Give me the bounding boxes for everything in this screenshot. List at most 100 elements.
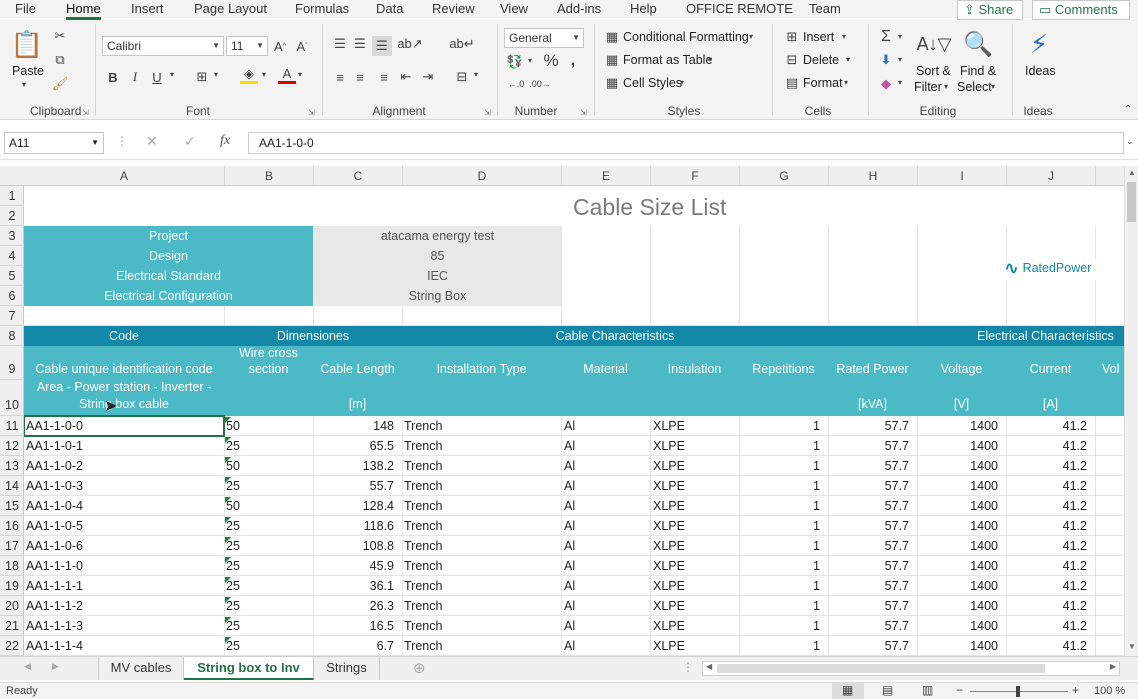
cell-material[interactable]: Al xyxy=(561,496,650,516)
cell-installation-type[interactable]: Trench xyxy=(402,416,561,436)
cell-insulation[interactable]: XLPE xyxy=(650,576,739,596)
row-header[interactable]: 10 xyxy=(0,380,24,416)
row-header[interactable]: 11 xyxy=(0,416,24,436)
find-dropdown-icon[interactable]: ▾ xyxy=(991,82,995,91)
column-header-e[interactable]: E xyxy=(562,166,651,186)
row-header[interactable]: 18 xyxy=(0,556,24,576)
cell-cable-length[interactable]: 36.1 xyxy=(313,576,402,596)
formula-input[interactable]: AA1-1-0-0 xyxy=(248,132,1124,154)
cell-material[interactable]: Al xyxy=(561,476,650,496)
column-header-d[interactable]: D xyxy=(403,166,562,186)
info-label-configuration[interactable]: Electrical Configuration xyxy=(24,286,313,306)
cell-installation-type[interactable]: Trench xyxy=(402,556,561,576)
format-painter-icon[interactable]: 🖌 xyxy=(52,76,69,92)
menu-data[interactable]: Data xyxy=(376,0,403,18)
cell-wire-section[interactable]: 25 xyxy=(224,516,313,536)
zoom-level[interactable]: 100 % xyxy=(1094,685,1125,697)
cell-material[interactable]: Al xyxy=(561,516,650,536)
find-label-2[interactable]: Select xyxy=(957,80,992,94)
zoom-slider-thumb[interactable] xyxy=(1016,686,1020,697)
conditional-formatting-button[interactable]: Conditional Formatting xyxy=(623,30,749,44)
row-header[interactable]: 2 xyxy=(0,206,24,226)
error-indicator-icon[interactable] xyxy=(225,437,231,443)
error-indicator-icon[interactable] xyxy=(225,597,231,603)
cell-wire-section[interactable]: 25 xyxy=(224,616,313,636)
cell-code[interactable]: AA1-1-1-1 xyxy=(24,576,224,596)
header-voltage[interactable]: Voltage xyxy=(917,362,1006,376)
cell-repetitions[interactable]: 1 xyxy=(739,436,828,456)
header-insulation[interactable]: Insulation xyxy=(650,362,739,376)
cell-code[interactable]: AA1-1-0-6 xyxy=(24,536,224,556)
cell-wire-section[interactable]: 25 xyxy=(224,436,313,456)
copy-icon[interactable]: ⧉ xyxy=(52,52,68,68)
row-header[interactable]: 4 xyxy=(0,246,24,266)
cell-rated-power[interactable]: 57.7 xyxy=(828,556,917,576)
cell-material[interactable]: Al xyxy=(561,456,650,476)
align-left-icon[interactable]: ≡ xyxy=(332,69,348,85)
column-header-i[interactable]: I xyxy=(918,166,1007,186)
error-indicator-icon[interactable] xyxy=(225,477,231,483)
delete-cells-icon[interactable]: ⊟ xyxy=(784,52,800,67)
orientation-icon[interactable]: ab↗ xyxy=(397,36,422,52)
alignment-launcher-icon[interactable]: ⇲ xyxy=(484,108,491,117)
number-launcher-icon[interactable]: ⇲ xyxy=(580,108,587,117)
unit-voltage[interactable]: [V] xyxy=(917,397,1006,411)
row-header[interactable]: 3 xyxy=(0,226,24,246)
cell-wire-section[interactable]: 25 xyxy=(224,476,313,496)
cell-code[interactable]: AA1-1-0-0 xyxy=(24,415,225,437)
cell-insulation[interactable]: XLPE xyxy=(650,536,739,556)
cell-repetitions[interactable]: 1 xyxy=(739,476,828,496)
cell-cable-length[interactable]: 45.9 xyxy=(313,556,402,576)
align-bottom-icon[interactable]: ☰ xyxy=(372,36,392,56)
cell-installation-type[interactable]: Trench xyxy=(402,536,561,556)
cell-wire-section[interactable]: 50 xyxy=(224,416,313,436)
cell-repetitions[interactable]: 1 xyxy=(739,576,828,596)
tab-mv-cables[interactable]: MV cables xyxy=(98,657,184,680)
cell-installation-type[interactable]: Trench xyxy=(402,476,561,496)
cell-cable-length[interactable]: 118.6 xyxy=(313,516,402,536)
increase-indent-icon[interactable]: ⇥ xyxy=(420,69,436,85)
column-header-h[interactable]: H xyxy=(829,166,918,186)
info-value-project[interactable]: atacama energy test xyxy=(313,226,562,246)
cell-installation-type[interactable]: Trench xyxy=(402,616,561,636)
info-value-configuration[interactable]: String Box xyxy=(313,286,562,306)
cell-voltage[interactable]: 1400 xyxy=(917,416,1006,436)
cell-code[interactable]: AA1-1-0-2 xyxy=(24,456,224,476)
cell-wire-section[interactable]: 25 xyxy=(224,556,313,576)
cell-wire-section[interactable]: 25 xyxy=(224,636,313,656)
cell-current[interactable]: 41.2 xyxy=(1006,576,1095,596)
sort-filter-icon[interactable]: A↓▽ xyxy=(917,28,952,60)
cell-repetitions[interactable]: 1 xyxy=(739,596,828,616)
header-cable-length[interactable]: Cable Length xyxy=(313,362,402,376)
paste-button[interactable]: Paste xyxy=(12,64,44,78)
cell-styles-icon[interactable]: ▦ xyxy=(604,75,620,90)
clear-icon[interactable]: ◆ xyxy=(878,76,894,92)
delete-cells-button[interactable]: Delete xyxy=(803,53,839,67)
conditional-dropdown-icon[interactable]: ▾ xyxy=(749,32,753,41)
row-header[interactable]: 12 xyxy=(0,436,24,456)
cancel-icon[interactable]: ✕ xyxy=(146,133,158,150)
cell-material[interactable]: Al xyxy=(561,436,650,456)
percent-icon[interactable]: % xyxy=(542,51,560,70)
cell-code[interactable]: AA1-1-1-2 xyxy=(24,596,224,616)
merge-dropdown-icon[interactable]: ▾ xyxy=(474,70,478,79)
insert-cells-icon[interactable]: ⊞ xyxy=(784,29,800,44)
cell-voltage[interactable]: 1400 xyxy=(917,496,1006,516)
row-header[interactable]: 13 xyxy=(0,456,24,476)
group-header-code[interactable]: Code xyxy=(24,326,224,346)
row-header[interactable]: 14 xyxy=(0,476,24,496)
cell-cable-length[interactable]: 138.2 xyxy=(313,456,402,476)
row-header[interactable]: 20 xyxy=(0,596,24,616)
conditional-formatting-icon[interactable]: ▦ xyxy=(604,29,620,44)
cell-wire-section[interactable]: 25 xyxy=(224,596,313,616)
error-indicator-icon[interactable] xyxy=(225,517,231,523)
delete-dropdown-icon[interactable]: ▾ xyxy=(846,55,850,64)
cell-wire-section[interactable]: 50 xyxy=(224,456,313,476)
cell-rated-power[interactable]: 57.7 xyxy=(828,416,917,436)
cell-repetitions[interactable]: 1 xyxy=(739,636,828,656)
font-size-combo[interactable]: 11 ▼ xyxy=(226,36,268,56)
info-label-standard[interactable]: Electrical Standard xyxy=(24,266,313,286)
paste-icon[interactable]: 📋 xyxy=(10,28,44,60)
sort-dropdown-icon[interactable]: ▾ xyxy=(944,82,948,91)
fill-dropdown-icon[interactable]: ▾ xyxy=(262,70,266,79)
